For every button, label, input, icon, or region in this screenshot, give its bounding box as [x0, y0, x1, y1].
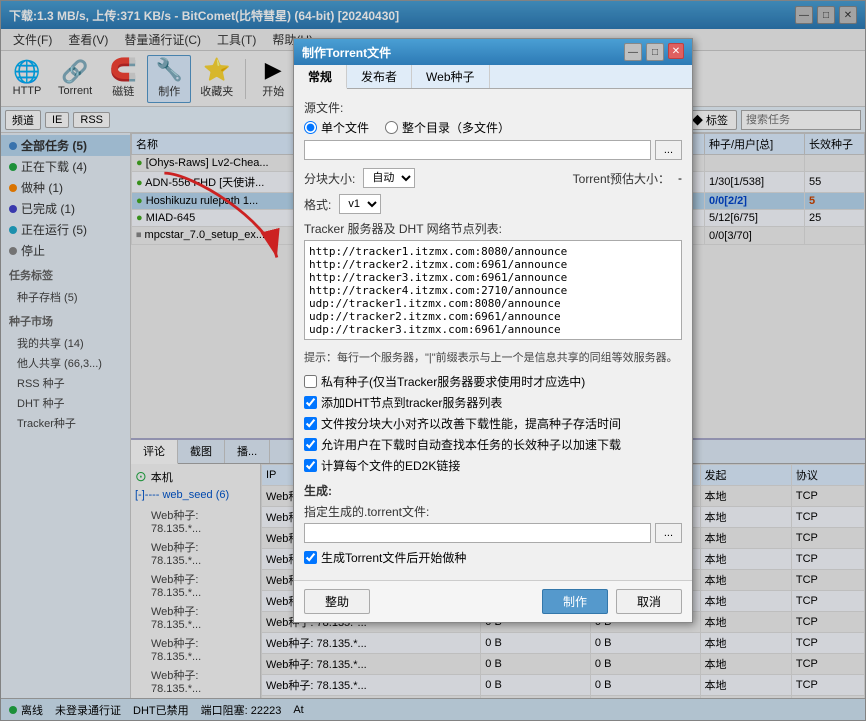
cb-dht-input[interactable] — [304, 396, 317, 409]
cb-ed2k-label: 计算每个文件的ED2K链接 — [321, 457, 460, 474]
checkbox-private[interactable]: 私有种子(仅当Tracker服务器要求使用时才应选中) — [304, 373, 682, 390]
cb-align-input[interactable] — [304, 417, 317, 430]
cb-align-label: 文件按分块大小对齐以改善下载性能，提高种子存活时间 — [321, 415, 621, 432]
checkbox-start-seeding[interactable]: 生成Torrent文件后开始做种 — [304, 549, 682, 566]
modal-maximize[interactable]: □ — [646, 43, 664, 61]
checkbox-dht[interactable]: 添加DHT节点到tracker服务器列表 — [304, 394, 682, 411]
cb-longterm-input[interactable] — [304, 438, 317, 451]
checkbox-ed2k[interactable]: 计算每个文件的ED2K链接 — [304, 457, 682, 474]
modal-overlay: 制作Torrent文件 — □ ✕ 常规 发布者 Web种子 源文件: 单个文件 — [0, 0, 866, 721]
modal-controls: — □ ✕ — [624, 43, 684, 61]
help-button[interactable]: 整助 — [304, 589, 370, 614]
cb-ed2k-input[interactable] — [304, 459, 317, 472]
format-select[interactable]: v1 — [339, 194, 381, 214]
torrent-size-label: Torrent预估大小： — [573, 170, 670, 187]
checkbox-align[interactable]: 文件按分块大小对齐以改善下载性能，提高种子存活时间 — [304, 415, 682, 432]
blocksize-row: 分块大小: 自动 Torrent预估大小： - — [304, 168, 682, 188]
tracker-label: Tracker 服务器及 DHT 网络节点列表: — [304, 220, 682, 237]
tracker-list-input[interactable] — [304, 240, 682, 340]
cb-seed-label: 生成Torrent文件后开始做种 — [321, 549, 466, 566]
cb-private-input[interactable] — [304, 375, 317, 388]
source-path-row: ... — [304, 140, 682, 160]
format-label: 格式: — [304, 196, 331, 213]
blocksize-select[interactable]: 自动 — [363, 168, 415, 188]
output-path-row: ... — [304, 523, 682, 543]
checkbox-longterm[interactable]: 允许用户在下载时自动查找本任务的长效种子以加速下载 — [304, 436, 682, 453]
blocksize-label: 分块大小: — [304, 170, 355, 187]
cb-seed-input[interactable] — [304, 551, 317, 564]
output-section-label: 生成: — [304, 482, 682, 499]
tracker-group: Tracker 服务器及 DHT 网络节点列表: — [304, 220, 682, 343]
cb-dht-label: 添加DHT节点到tracker服务器列表 — [321, 394, 502, 411]
modal-title-bar: 制作Torrent文件 — □ ✕ — [294, 39, 692, 65]
output-path-input[interactable] — [304, 523, 651, 543]
format-row: 格式: v1 — [304, 194, 682, 214]
torrent-size-value: - — [678, 171, 682, 185]
output-hint: 指定生成的.torrent文件: — [304, 503, 682, 520]
cancel-button[interactable]: 取消 — [616, 589, 682, 614]
single-file-label: 单个文件 — [321, 119, 369, 136]
modal-tab-bar: 常规 发布者 Web种子 — [294, 65, 692, 89]
make-torrent-modal: 制作Torrent文件 — □ ✕ 常规 发布者 Web种子 源文件: 单个文件 — [293, 38, 693, 622]
cb-private-label: 私有种子(仅当Tracker服务器要求使用时才应选中) — [321, 373, 585, 390]
radio-single-file[interactable]: 单个文件 — [304, 119, 369, 136]
output-browse-button[interactable]: ... — [655, 523, 682, 543]
checkbox-group: 私有种子(仅当Tracker服务器要求使用时才应选中) 添加DHT节点到trac… — [304, 373, 682, 474]
whole-dir-label: 整个目录（多文件） — [402, 119, 510, 136]
source-path-input[interactable] — [304, 140, 651, 160]
modal-tab-webseed[interactable]: Web种子 — [412, 65, 489, 88]
modal-minimize[interactable]: — — [624, 43, 642, 61]
make-button[interactable]: 制作 — [542, 589, 608, 614]
source-label: 源文件: — [304, 99, 682, 116]
tracker-hint: 提示：每行一个服务器，"|"前缀表示与上一个是信息共享的同组等效服务器。 — [304, 351, 682, 366]
radio-single-input[interactable] — [304, 121, 317, 134]
footer-spacer — [378, 589, 534, 614]
radio-dir-input[interactable] — [385, 121, 398, 134]
modal-tab-publisher[interactable]: 发布者 — [347, 65, 412, 88]
modal-body: 源文件: 单个文件 整个目录（多文件） ... — [294, 89, 692, 579]
modal-title: 制作Torrent文件 — [302, 44, 391, 61]
modal-footer: 整助 制作 取消 — [294, 580, 692, 622]
source-radio-group: 单个文件 整个目录（多文件） — [304, 119, 682, 136]
source-browse-button[interactable]: ... — [655, 140, 682, 160]
modal-close-button[interactable]: ✕ — [668, 43, 684, 59]
cb-longterm-label: 允许用户在下载时自动查找本任务的长效种子以加速下载 — [321, 436, 621, 453]
radio-whole-dir[interactable]: 整个目录（多文件） — [385, 119, 510, 136]
modal-tab-general[interactable]: 常规 — [294, 65, 347, 89]
source-group: 源文件: 单个文件 整个目录（多文件） ... — [304, 99, 682, 160]
